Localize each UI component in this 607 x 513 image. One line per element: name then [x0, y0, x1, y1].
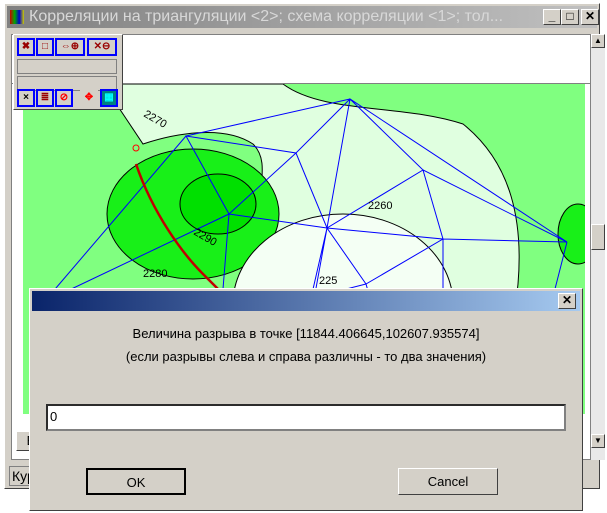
contour-label: 2260	[368, 200, 392, 212]
dialog-close-button[interactable]: ✕	[558, 293, 576, 309]
fit-tool-icon[interactable]: ✥	[80, 89, 98, 107]
maximize-button[interactable]: □	[561, 9, 579, 25]
contour-label: 2280	[143, 268, 167, 280]
delete-tool-icon[interactable]: ✖	[17, 38, 35, 56]
zoom-in-tool-icon[interactable]: ⇔⊕	[55, 38, 85, 56]
dialog-message: Величина разрыва в точке [11844.406645,1…	[132, 326, 480, 341]
cancel-button[interactable]: Cancel	[398, 468, 498, 495]
dialog-hint: (если разрывы слева и справа различны - …	[125, 349, 487, 364]
zoom-out-tool-icon[interactable]: ✕⊖	[87, 38, 117, 56]
cross-tool-icon[interactable]: ×	[17, 89, 35, 107]
list-tool-icon[interactable]: ≣	[36, 89, 54, 107]
palette-field	[17, 59, 117, 74]
dialog-title-bar[interactable]	[32, 291, 580, 311]
tool-palette: ✖ □ ⇔⊕ ✕⊖ × ≣ ⊘ ✥ ▦	[13, 34, 123, 110]
rectangle-tool-icon[interactable]: □	[36, 38, 54, 56]
scroll-down-button[interactable]: ▼	[591, 434, 605, 448]
gap-value-input[interactable]: 0	[46, 404, 566, 431]
scroll-up-button[interactable]: ▲	[591, 34, 605, 48]
window-title-bar[interactable]: Корреляции на триангуляции <2>; схема ко…	[7, 6, 597, 28]
app-icon	[10, 10, 24, 24]
window-title: Корреляции на триангуляции <2>; схема ко…	[29, 8, 504, 25]
grid-tool-icon[interactable]: ▦	[100, 89, 118, 107]
contour-darker	[179, 173, 257, 235]
forbid-tool-icon[interactable]: ⊘	[55, 89, 73, 107]
contour-label: 225	[319, 275, 337, 287]
minimize-button[interactable]: _	[543, 9, 561, 25]
ok-button[interactable]: OK	[86, 468, 186, 495]
input-dialog: ✕ Величина разрыва в точке [11844.406645…	[29, 288, 583, 511]
vertical-scrollbar[interactable]: ▲ ▼	[591, 34, 605, 460]
scroll-thumb[interactable]	[591, 224, 605, 250]
close-button[interactable]: ✕	[581, 9, 599, 25]
